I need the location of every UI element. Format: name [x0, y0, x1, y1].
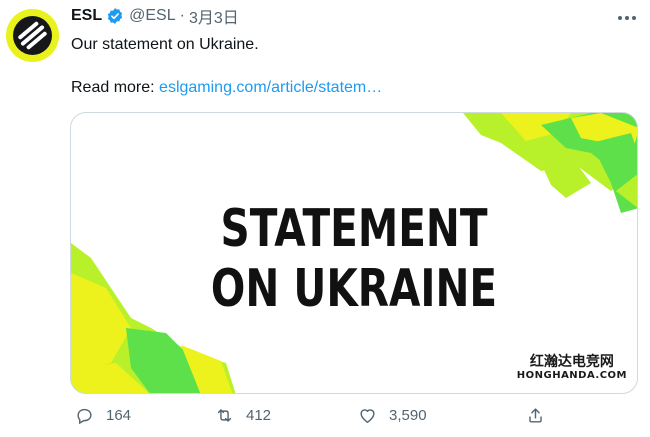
share-icon [529, 408, 542, 423]
read-more-label: Read more: [71, 79, 155, 96]
retweet-count: 412 [246, 407, 272, 424]
like-count: 3,590 [389, 407, 427, 424]
watermark: 红瀚达电竞网 HONGHANDA.COM [514, 353, 629, 383]
reply-count: 164 [106, 407, 132, 424]
verified-badge-icon [106, 7, 124, 25]
tweet-text: Our statement on Ukraine. [71, 36, 259, 53]
like-button[interactable]: 3,590 [358, 406, 427, 425]
media-card[interactable]: STATEMENT ON UKRAINE 红瀚达电竞网 HONGHANDA.CO… [70, 112, 638, 394]
retweet-icon [217, 409, 232, 422]
read-more-line: Read more: eslgaming.com/article/statem… [71, 78, 382, 98]
action-bar: 164 412 3,590 [0, 406, 650, 432]
card-title: STATEMENT ON UKRAINE [133, 199, 574, 319]
article-link[interactable]: eslgaming.com/article/statem… [159, 79, 382, 96]
esl-logo-icon [13, 16, 52, 55]
author-name[interactable]: ESL [71, 7, 102, 25]
card-title-line1: STATEMENT [220, 199, 488, 259]
separator-dot: · [179, 7, 185, 24]
tweet-header: ESL @ESL · 3月3日 [71, 4, 239, 28]
more-icon[interactable] [616, 9, 638, 27]
avatar[interactable] [6, 9, 59, 62]
watermark-line2: HONGHANDA.COM [516, 370, 627, 381]
like-icon [360, 409, 375, 423]
reply-button[interactable]: 164 [75, 406, 131, 425]
reply-icon [77, 408, 92, 425]
retweet-button[interactable]: 412 [215, 406, 271, 425]
watermark-line1: 红瀚达电竞网 [529, 354, 614, 370]
share-button[interactable] [526, 406, 545, 425]
tweet-date[interactable]: 3月3日 [189, 4, 239, 28]
author-handle[interactable]: @ESL [129, 7, 175, 25]
card-title-line2: ON UKRAINE [210, 259, 498, 319]
